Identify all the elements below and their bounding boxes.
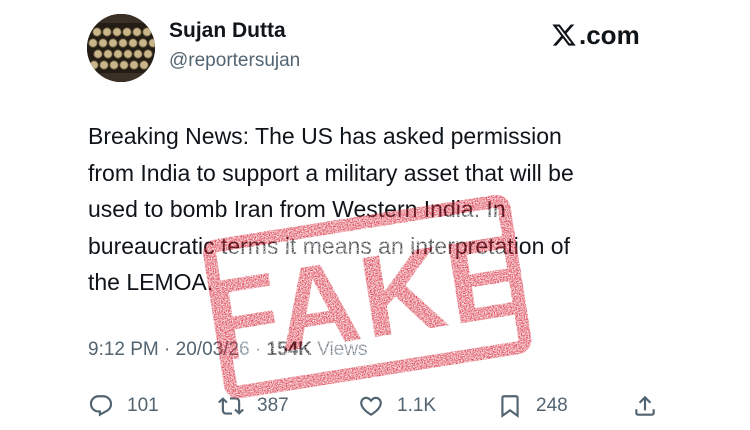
reply-icon: [89, 395, 113, 417]
repost-icon: [218, 397, 244, 415]
views-label: Views: [317, 339, 368, 360]
avatar[interactable]: [87, 14, 155, 82]
meta-separator: ·: [158, 339, 176, 360]
tweet-text: Breaking News: The US has asked permissi…: [88, 118, 688, 301]
tweet-line: bureaucratic terms it means an interpret…: [88, 232, 570, 259]
avatar-typewriter-image: [87, 14, 155, 82]
views-count: 154K: [266, 339, 312, 360]
tweet-line: the LEMOA.: [88, 269, 214, 295]
author-handle[interactable]: @reportersujan: [169, 50, 300, 72]
share-icon: [635, 395, 655, 416]
tweet-meta: 9:12 PM · 20/03/26 · 154K Views: [88, 339, 368, 361]
like-count: 1.1K: [397, 395, 437, 416]
share-button[interactable]: [632, 391, 658, 421]
repost-count: 387: [257, 395, 289, 416]
site-logo: .com: [551, 19, 640, 51]
reply-button[interactable]: 101: [88, 391, 159, 421]
heart-icon: [360, 396, 382, 416]
repost-button[interactable]: 387: [218, 391, 289, 421]
bookmark-button[interactable]: 248: [497, 391, 568, 421]
meta-separator: ·: [249, 339, 267, 360]
tweet-line: from India to support a military asset t…: [88, 159, 574, 186]
tweet-line: Breaking News: The US has asked permissi…: [88, 123, 562, 149]
like-button[interactable]: 1.1K: [358, 391, 436, 421]
reply-count: 101: [127, 395, 159, 416]
x-logo-icon: [552, 24, 576, 46]
author-name[interactable]: Sujan Dutta: [169, 19, 286, 43]
tweet-date[interactable]: 20/03/26: [176, 339, 250, 360]
bookmark-count: 248: [536, 395, 568, 416]
bookmark-icon: [501, 395, 519, 418]
tweet-time[interactable]: 9:12 PM: [88, 339, 159, 360]
site-label: .com: [579, 19, 640, 50]
tweet-line: used to bomb Iran from Western India. In: [88, 196, 506, 222]
